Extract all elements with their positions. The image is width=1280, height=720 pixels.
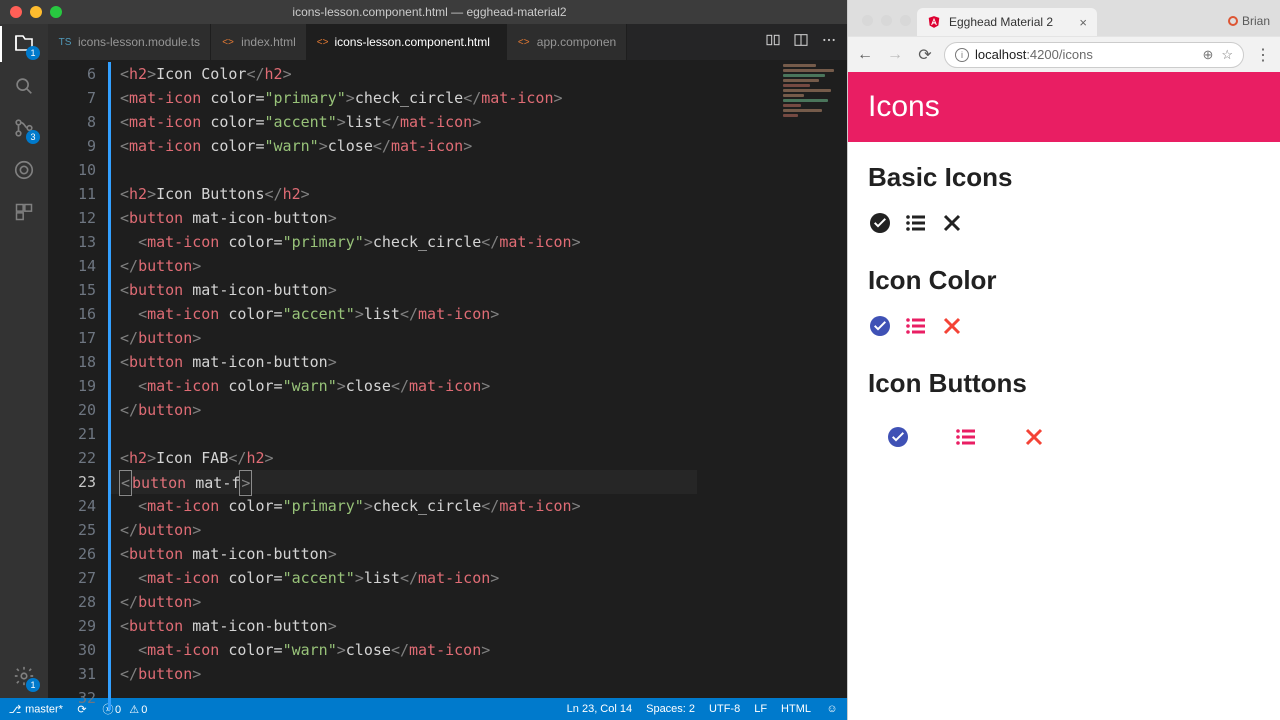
explorer-badge: 1	[26, 46, 40, 60]
site-info-icon[interactable]: i	[955, 48, 969, 62]
close-icon	[1022, 425, 1046, 449]
editor-tabs: TS icons-lesson.module.ts <> index.html …	[48, 24, 847, 60]
browser-toolbar: ← → ⟳ i localhost:4200/icons ⊕ ☆ ⋮	[848, 36, 1280, 72]
typescript-file-icon: TS	[58, 35, 72, 49]
section-icon-color: Icon Color	[868, 265, 1260, 296]
list-icon	[904, 314, 928, 338]
tab-app-component[interactable]: <> app.componen	[507, 24, 627, 60]
profile-avatar-icon	[1228, 16, 1238, 26]
minimap[interactable]	[777, 60, 847, 698]
scm-badge: 3	[26, 130, 40, 144]
forward-button[interactable]: →	[884, 46, 906, 64]
reload-button[interactable]: ⟳	[914, 45, 936, 65]
feedback-icon[interactable]: ☺	[825, 702, 839, 716]
extensions-icon[interactable]	[10, 198, 38, 226]
browser-window-controls	[856, 15, 917, 36]
explorer-icon[interactable]: 1	[10, 30, 38, 58]
tab-label: icons-lesson.component.html	[334, 35, 489, 49]
angular-favicon-icon	[927, 15, 941, 29]
source-control-icon[interactable]: 3	[10, 114, 38, 142]
minimize-window-button[interactable]	[881, 15, 892, 26]
list-icon	[904, 211, 928, 235]
code-editor[interactable]: 6789101112131415161718192021222324252627…	[48, 60, 847, 698]
browser-tab[interactable]: Egghead Material 2 ×	[917, 8, 1097, 36]
vscode-window: icons-lesson.component.html — egghead-ma…	[0, 0, 847, 720]
url-port: :4200	[1026, 47, 1059, 62]
language-mode[interactable]: HTML	[781, 703, 811, 715]
close-tab-icon[interactable]: ×	[1079, 15, 1087, 30]
browser-window: Egghead Material 2 × Brian ← → ⟳ i local…	[847, 0, 1280, 720]
more-icon[interactable]	[821, 32, 837, 53]
icon-button-close[interactable]	[1014, 417, 1054, 457]
html-file-icon: <>	[221, 35, 235, 49]
window-title: icons-lesson.component.html — egghead-ma…	[72, 5, 787, 19]
tab-index-html[interactable]: <> index.html	[211, 24, 307, 60]
section-basic-icons: Basic Icons	[868, 162, 1260, 193]
html-file-icon: <>	[317, 35, 329, 49]
list-icon	[954, 425, 978, 449]
page-header: Icons	[848, 72, 1280, 142]
icon-button-check[interactable]	[878, 417, 918, 457]
close-window-button[interactable]	[862, 15, 873, 26]
address-bar[interactable]: i localhost:4200/icons ⊕ ☆	[944, 42, 1244, 68]
tab-label: index.html	[241, 35, 296, 49]
zoom-window-button[interactable]	[50, 6, 62, 18]
zoom-window-button[interactable]	[900, 15, 911, 26]
browser-tab-title: Egghead Material 2	[949, 15, 1053, 29]
search-icon[interactable]	[10, 72, 38, 100]
activity-bar: 1 3 1	[0, 24, 48, 698]
zoom-icon[interactable]: ⊕	[1202, 47, 1213, 63]
check-circle-icon	[868, 211, 892, 235]
gear-badge: 1	[26, 678, 40, 692]
bookmark-icon[interactable]: ☆	[1221, 47, 1233, 63]
split-editor-icon[interactable]	[793, 32, 809, 53]
tab-actions	[755, 24, 847, 60]
section-icon-buttons: Icon Buttons	[868, 368, 1260, 399]
tab-module-ts[interactable]: TS icons-lesson.module.ts	[48, 24, 211, 60]
close-window-button[interactable]	[10, 6, 22, 18]
check-circle-icon	[886, 425, 910, 449]
minimize-window-button[interactable]	[30, 6, 42, 18]
close-icon	[940, 211, 964, 235]
vscode-titlebar: icons-lesson.component.html — egghead-ma…	[0, 0, 847, 24]
close-icon	[940, 314, 964, 338]
icon-button-list[interactable]	[946, 417, 986, 457]
page-content: Icons Basic Icons Icon Color Icon Button…	[848, 72, 1280, 720]
code-content[interactable]: <h2>Icon Color</h2><mat-icon color="prim…	[110, 60, 777, 698]
check-circle-icon	[868, 314, 892, 338]
back-button[interactable]: ←	[854, 46, 876, 64]
browser-profile[interactable]: Brian	[1218, 14, 1280, 36]
html-file-icon: <>	[517, 35, 531, 49]
tab-label: icons-lesson.module.ts	[78, 35, 200, 49]
settings-gear-icon[interactable]: 1	[10, 662, 38, 690]
url-path: /icons	[1059, 47, 1093, 62]
git-branch-icon: ⎇	[8, 702, 22, 716]
line-gutter: 6789101112131415161718192021222324252627…	[48, 60, 110, 698]
browser-menu-icon[interactable]: ⋮	[1252, 45, 1274, 65]
tab-label: app.componen	[537, 35, 616, 49]
url-host: localhost	[975, 47, 1026, 62]
debug-icon[interactable]	[10, 156, 38, 184]
compare-icon[interactable]	[765, 32, 781, 53]
window-controls	[0, 6, 72, 18]
tab-component-html[interactable]: <> icons-lesson.component.html	[307, 24, 507, 60]
